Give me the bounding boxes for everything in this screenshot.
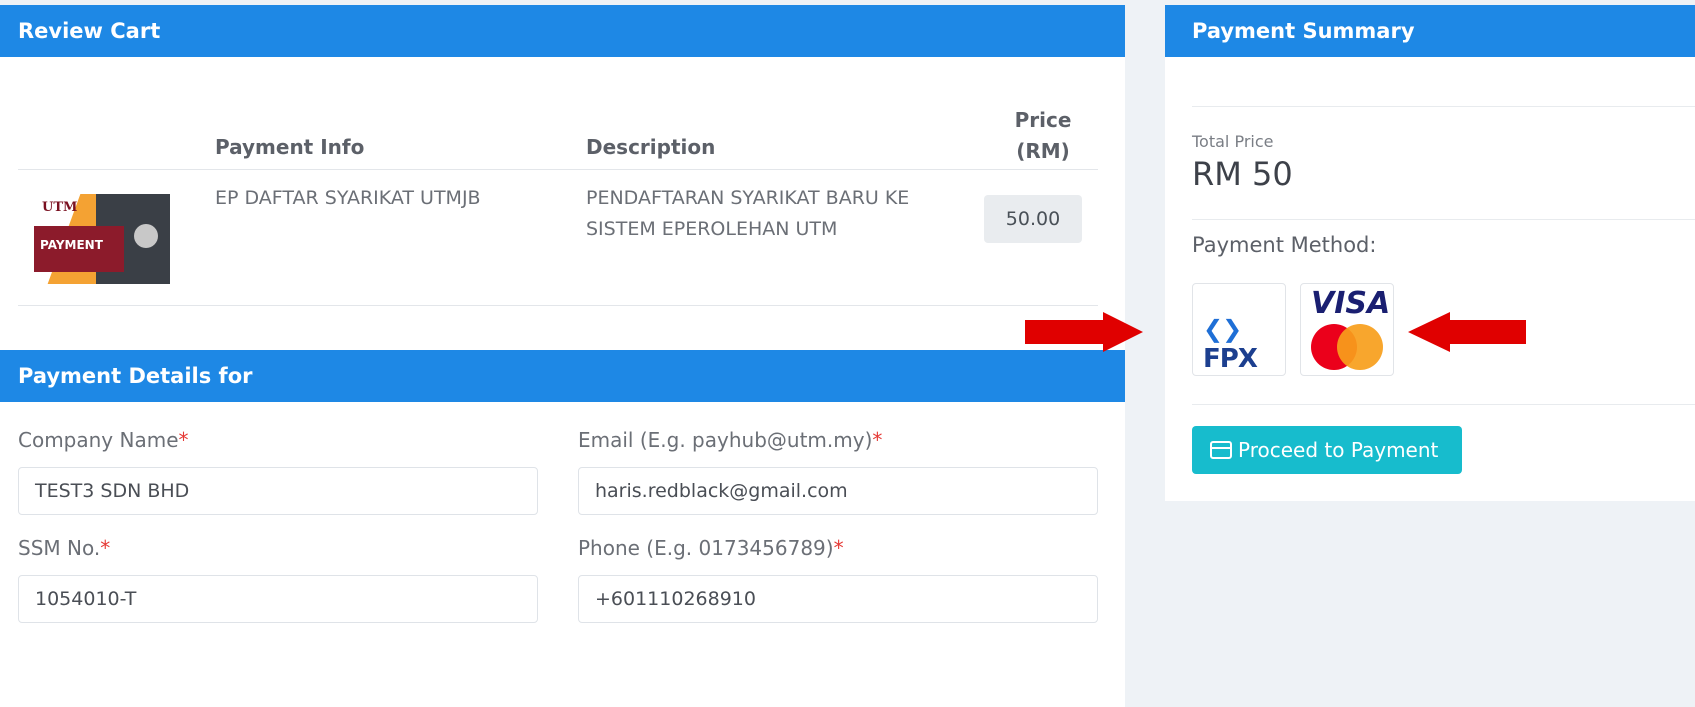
thumbnail-text: PAYMENT bbox=[40, 238, 103, 252]
visa-logo-icon: VISA bbox=[1311, 286, 1391, 321]
credit-card-icon bbox=[1210, 441, 1232, 459]
cell-description: PENDAFTARAN SYARIKAT BARU KE SISTEM EPER… bbox=[586, 187, 910, 240]
summary-divider bbox=[1192, 404, 1695, 405]
ssm-no-label: SSM No.* bbox=[18, 536, 111, 560]
cell-payment-info: EP DAFTAR SYARIKAT UTMJB bbox=[215, 187, 481, 209]
required-marker: * bbox=[100, 536, 111, 560]
table-divider bbox=[18, 305, 1098, 306]
phone-field[interactable]: +601110268910 bbox=[578, 575, 1098, 623]
payment-details-header: Payment Details for bbox=[0, 350, 1125, 402]
card-payment-option[interactable]: VISA bbox=[1300, 283, 1394, 376]
fpx-logo-icon: ❮❯FPX bbox=[1203, 315, 1258, 374]
left-arrow-icon bbox=[1408, 312, 1526, 352]
total-price-value: RM 50 bbox=[1192, 155, 1293, 193]
proceed-to-payment-button[interactable]: Proceed to Payment bbox=[1192, 426, 1462, 474]
phone-label: Phone (E.g. 0173456789)* bbox=[578, 536, 844, 560]
email-label: Email (E.g. payhub@utm.my)* bbox=[578, 428, 883, 452]
cell-price: 50.00 bbox=[984, 195, 1082, 243]
summary-divider bbox=[1192, 219, 1695, 220]
payment-details-card: Payment Details for Company Name* TEST3 … bbox=[0, 350, 1125, 707]
fpx-payment-option[interactable]: ❮❯FPX bbox=[1192, 283, 1286, 376]
email-field[interactable]: haris.redblack@gmail.com bbox=[578, 467, 1098, 515]
right-arrow-icon bbox=[1025, 312, 1143, 352]
total-price-label: Total Price bbox=[1192, 132, 1274, 151]
company-name-label: Company Name* bbox=[18, 428, 189, 452]
payment-summary-header: Payment Summary bbox=[1165, 5, 1695, 57]
ssm-no-field[interactable]: 1054010-T bbox=[18, 575, 538, 623]
required-marker: * bbox=[833, 536, 844, 560]
header-description: Description bbox=[586, 135, 716, 159]
header-payment-info: Payment Info bbox=[215, 135, 365, 159]
required-marker: * bbox=[178, 428, 189, 452]
company-name-field[interactable]: TEST3 SDN BHD bbox=[18, 467, 538, 515]
required-marker: * bbox=[872, 428, 883, 452]
table-divider bbox=[18, 169, 1098, 170]
header-price: Price (RM) bbox=[1014, 108, 1072, 163]
payment-method-label: Payment Method: bbox=[1192, 233, 1377, 257]
review-cart-card: Review Cart Payment Info Description Pri… bbox=[0, 5, 1125, 350]
summary-divider bbox=[1192, 106, 1695, 107]
utm-logo: UTM bbox=[42, 200, 78, 215]
payment-summary-card: Payment Summary Total Price RM 50 Paymen… bbox=[1165, 5, 1695, 501]
payment-thumbnail: UTM PAYMENT bbox=[34, 194, 170, 284]
review-cart-header: Review Cart bbox=[0, 5, 1125, 57]
